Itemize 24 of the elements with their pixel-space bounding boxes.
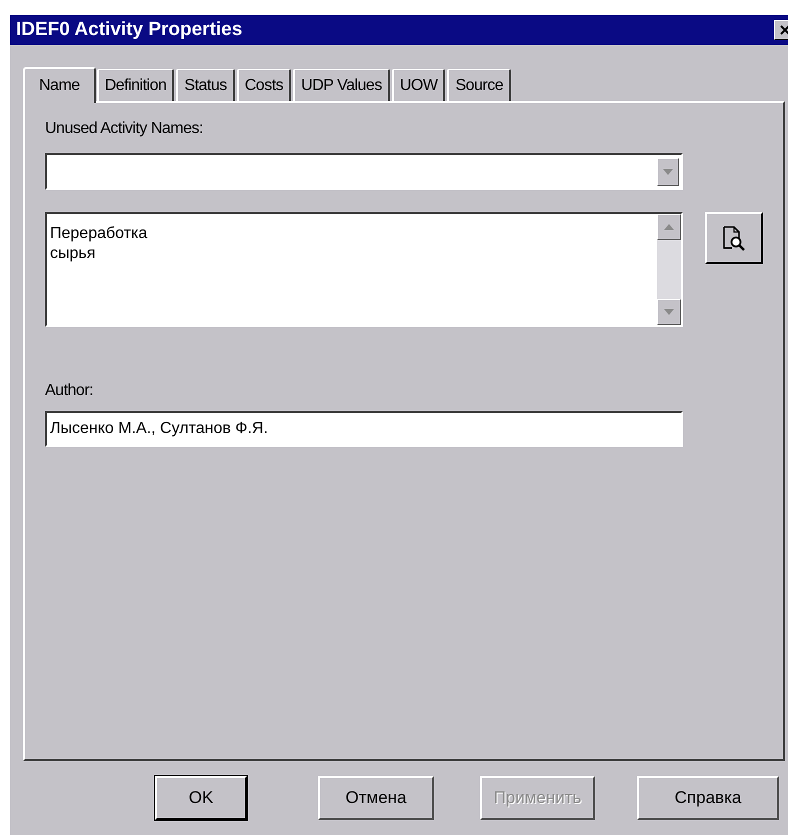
text-line: сырья xyxy=(50,244,96,264)
scroll-down-icon[interactable] xyxy=(657,299,681,325)
tab[interactable]: UDP Values xyxy=(293,69,390,101)
tab[interactable]: Status xyxy=(176,69,235,101)
tab[interactable]: Name xyxy=(23,67,96,103)
scrollbar[interactable] xyxy=(657,214,681,325)
close-icon xyxy=(780,25,788,35)
dialog-button[interactable]: Справка xyxy=(637,776,779,820)
document-magnifier-icon xyxy=(721,225,747,251)
scroll-up-icon[interactable] xyxy=(657,214,681,240)
dialog-button[interactable]: Отмена xyxy=(318,776,434,820)
tab[interactable]: UOW xyxy=(392,69,446,101)
text-line: Переработка xyxy=(50,224,148,244)
preview-button[interactable] xyxy=(705,212,763,264)
tab[interactable]: Costs xyxy=(236,69,292,101)
author-input[interactable]: Лысенко М.А., Султанов Ф.Я. xyxy=(45,411,683,447)
tab[interactable]: Source xyxy=(447,69,512,101)
field-label: Author: xyxy=(45,381,94,401)
field-label: Unused Activity Names: xyxy=(45,119,204,139)
window-title: IDEF0 Activity Properties xyxy=(16,18,242,42)
tab[interactable]: Definition xyxy=(96,69,174,101)
unused-names-dropdown[interactable] xyxy=(45,153,683,190)
dialog-button[interactable]: OK xyxy=(155,776,247,820)
name-text-area[interactable]: Переработка сырья xyxy=(45,212,683,327)
